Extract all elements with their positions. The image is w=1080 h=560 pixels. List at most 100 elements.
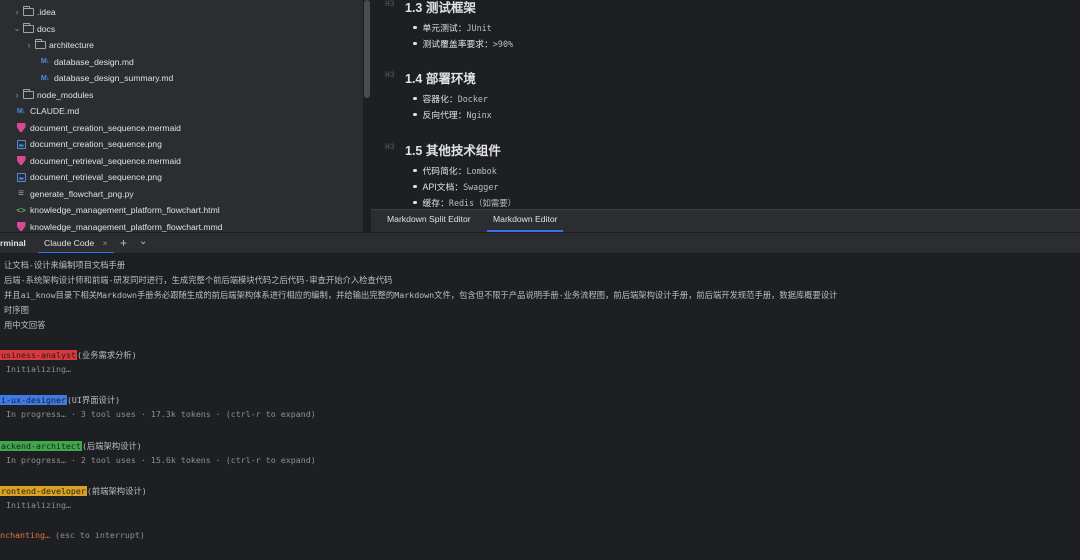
tree-item[interactable]: ⌄ docs — [12, 21, 55, 37]
add-tab-icon[interactable]: + — [120, 233, 127, 254]
tree-item[interactable]: › .idea — [12, 4, 56, 20]
bullet-label: 反向代理： — [422, 110, 467, 120]
chevron-down-icon[interactable]: ⌄ — [12, 23, 22, 34]
chevron-down-icon[interactable]: ⌄ — [139, 231, 147, 252]
bullet-value: JUnit — [466, 22, 492, 33]
chevron-right-icon[interactable]: › — [12, 7, 22, 17]
tab-claude-code[interactable]: Claude Code × — [38, 233, 114, 254]
close-icon[interactable]: × — [103, 238, 108, 248]
prompt-line: 时序图 — [4, 305, 29, 316]
bullet-item: 单元测试： JUnit — [413, 21, 492, 34]
tree-item[interactable]: document_creation_sequence.mermaid — [12, 120, 181, 136]
folder-shape — [22, 6, 34, 16]
tree-item[interactable]: ≡ generate_flowchart_png.py — [12, 186, 134, 202]
mermaid-icon — [15, 155, 27, 166]
mermaid-shape — [16, 222, 26, 231]
chevron-right-icon[interactable]: › — [12, 90, 22, 100]
tree-item-label: document_creation_sequence.png — [30, 139, 162, 149]
bullet-item: 容器化： Docker — [413, 92, 488, 105]
bullet-label: 容器化： — [422, 94, 458, 104]
tree-item[interactable]: <> knowledge_management_platform_flowchar… — [12, 202, 220, 218]
tree-item-label: node_modules — [37, 89, 94, 100]
editor-tab-bar: Markdown Split Editor Markdown Editor — [371, 209, 1080, 232]
tree-item-label: document_retrieval_sequence.png — [30, 172, 162, 182]
tree-scrollbar[interactable] — [364, 0, 370, 98]
bullet-item: 缓存： Redis（如需要） — [413, 196, 517, 209]
prompt-line: 并且ai_know目录下相关Markdown手册务必跟随生成的前后端架构体系进行… — [4, 290, 838, 301]
terminal-output[interactable]: 让文档-设计来编制项目文档手册 后端-系统架构设计师和前端-研发同时进行，生成完整… — [0, 253, 1080, 560]
folder-shape — [22, 22, 34, 33]
spinner-label: nchanting… — [0, 530, 50, 541]
tree-item-label: database_design_summary.md — [54, 73, 174, 83]
tree-item-label: .idea — [37, 7, 56, 17]
tree-item[interactable]: M↓ CLAUDE.md — [12, 103, 79, 119]
agent-status: In progress… · 3 tool uses · 17.3k token… — [6, 409, 316, 420]
agent-row: rontend-developer(前端架构设计) — [0, 485, 147, 497]
prompt-line: 后端-系统架构设计师和前端-研发同时进行，生成完整个前后端模块代码之后代码-审查… — [4, 275, 393, 286]
folder-shape — [22, 88, 34, 99]
tab-claude-code-label: Claude Code — [44, 238, 95, 248]
folder-icon — [22, 6, 34, 18]
interrupt-hint: (esc to interrupt) — [49, 530, 145, 541]
tree-item-label: document_retrieval_sequence.mermaid — [30, 155, 181, 166]
agent-row: i-ux-designer(UI界面设计) — [0, 394, 120, 406]
bullet-item: 测试覆盖率要求： >90% — [413, 37, 514, 50]
tab-markdown-split-editor[interactable]: Markdown Split Editor — [381, 210, 477, 232]
agent-status: Initializing… — [6, 364, 71, 374]
bullet-item: 反向代理： Nginx — [413, 108, 492, 121]
section-heading: 1.5 其他技术组件 — [405, 144, 501, 158]
heading-level-tag: H3 — [385, 0, 395, 9]
agent-description: (前端架构设计) — [86, 485, 147, 496]
bullet-value: Lombok — [466, 165, 497, 176]
agent-description: (业务需求分析) — [76, 350, 137, 360]
html-file-icon: <> — [15, 205, 27, 216]
project-tree-panel: › .idea ⌄ docs › architecture M↓ database_desig… — [0, 0, 363, 232]
python-glyph: ≡ — [18, 188, 24, 199]
bullet-value: Docker — [457, 93, 488, 104]
tree-item[interactable]: › architecture — [24, 37, 94, 53]
bullet-value: Swagger — [463, 181, 499, 192]
markdown-glyph: M↓ — [16, 107, 26, 115]
tree-item[interactable]: › node_modules — [12, 87, 93, 103]
agent-status: In progress… · 2 tool uses · 15.6k token… — [6, 454, 316, 465]
markdown-icon: M↓ — [39, 56, 51, 67]
folder-icon — [22, 22, 34, 34]
markdown-glyph: M↓ — [40, 74, 50, 82]
agent-description: (UI界面设计) — [66, 395, 121, 406]
bullet-label: API文档： — [422, 182, 464, 192]
tree-item-label: knowledge_management_platform_flowchart.… — [30, 205, 220, 215]
tree-item[interactable]: knowledge_management_platform_flowchart.… — [12, 219, 223, 233]
tree-item[interactable]: M↓ database_design_summary.md — [36, 70, 173, 86]
tab-markdown-editor[interactable]: Markdown Editor — [487, 210, 564, 232]
image-icon — [15, 139, 27, 150]
mermaid-icon — [15, 122, 27, 133]
agent-status: Initializing… — [6, 499, 71, 510]
chevron-right-icon[interactable]: › — [24, 40, 34, 50]
tree-item-label: CLAUDE.md — [30, 106, 80, 116]
terminal-tool-window-header: rminal Claude Code × + ⌄ — [0, 231, 1080, 254]
tree-item-label: docs — [37, 23, 56, 34]
agent-name-badge: rontend-developer — [0, 485, 87, 496]
bullet-item: 代码简化： Lombok — [413, 164, 497, 177]
tree-item[interactable]: document_creation_sequence.png — [12, 136, 162, 152]
agent-row: ackend-architect(后端架构设计) — [0, 440, 142, 452]
heading-level-tag: H3 — [385, 143, 395, 152]
folder-icon — [22, 88, 34, 100]
markdown-icon: M↓ — [39, 73, 51, 84]
agent-description: (后端架构设计) — [81, 440, 142, 451]
html-glyph: <> — [16, 205, 26, 215]
agent-name-badge: i-ux-designer — [0, 395, 67, 406]
prompt-line: 用中文回答 — [4, 320, 46, 331]
image-shape — [16, 172, 26, 182]
tree-item[interactable]: document_retrieval_sequence.png — [12, 169, 162, 185]
tree-item-label: database_design.md — [54, 56, 134, 67]
tree-item[interactable]: document_retrieval_sequence.mermaid — [12, 153, 181, 169]
agent-row: usiness-analyst(业务需求分析) — [0, 349, 137, 361]
tree-item[interactable]: M↓ database_design.md — [36, 54, 134, 70]
bullet-label: 代码简化： — [422, 166, 467, 176]
markdown-icon: M↓ — [15, 106, 27, 117]
python-file-icon: ≡ — [15, 188, 27, 199]
section-heading: 1.4 部署环境 — [405, 72, 476, 86]
tree-item-label: document_creation_sequence.mermaid — [30, 122, 181, 133]
bullet-value: Nginx — [466, 109, 492, 120]
